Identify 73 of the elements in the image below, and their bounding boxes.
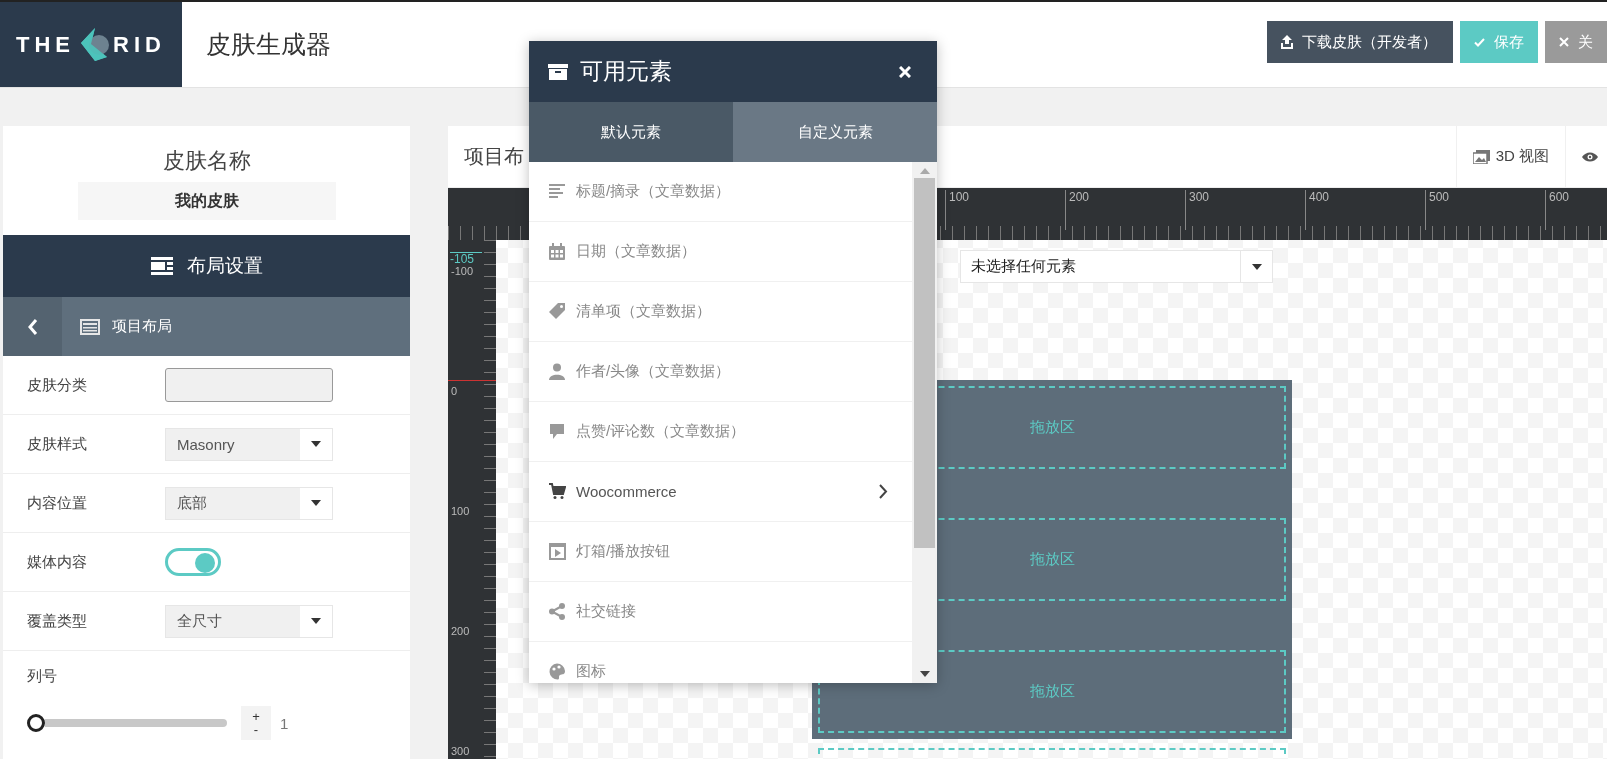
panel-title: 项目布 bbox=[464, 144, 524, 169]
back-button[interactable] bbox=[3, 297, 62, 356]
close-icon bbox=[1559, 37, 1569, 47]
field-label: 媒体内容 bbox=[27, 552, 88, 572]
logo-text: THE bbox=[16, 31, 76, 58]
slider-value: 1 bbox=[280, 714, 289, 732]
ruler-label: 100 bbox=[945, 190, 970, 230]
eye-icon bbox=[1582, 151, 1598, 162]
archive-icon bbox=[548, 63, 568, 80]
element-list-item[interactable]: 清单项（文章数据） bbox=[529, 282, 912, 342]
select-dropdown[interactable]: 底部 bbox=[165, 486, 333, 520]
caret-down-icon bbox=[311, 500, 321, 506]
layout-icon bbox=[150, 257, 173, 275]
element-list-item[interactable]: 灯箱/播放按钮 bbox=[529, 522, 912, 582]
lines-icon bbox=[549, 183, 566, 200]
images-icon bbox=[1472, 149, 1490, 164]
element-list-item[interactable]: 点赞/评论数（文章数据） bbox=[529, 402, 912, 462]
palette-icon bbox=[549, 663, 566, 680]
scrollbar-thumb[interactable] bbox=[914, 178, 935, 548]
ruler-label: 100 bbox=[451, 506, 470, 517]
select-dropdown[interactable]: 全尺寸 bbox=[165, 604, 333, 638]
popup-title: 可用元素 bbox=[580, 57, 672, 86]
field-label: 皮肤样式 bbox=[27, 434, 88, 454]
skin-name-label: 皮肤名称 bbox=[161, 147, 252, 175]
ruler-label: 200 bbox=[451, 626, 470, 637]
calendar-icon bbox=[549, 243, 566, 260]
cart-icon bbox=[549, 483, 566, 500]
ruler-label: 0 bbox=[451, 386, 458, 397]
close-button[interactable]: 关 bbox=[1545, 21, 1607, 63]
ruler-label: 500 bbox=[1425, 190, 1450, 230]
text-field[interactable] bbox=[165, 368, 333, 402]
ruler-label: 200 bbox=[1065, 190, 1090, 230]
ruler-label: -100 bbox=[451, 266, 474, 277]
subsection-title: 项目布局 bbox=[112, 317, 172, 336]
field-label: 皮肤分类 bbox=[27, 375, 88, 395]
speech-bubble-icon bbox=[549, 423, 566, 440]
field-label: 列号 bbox=[27, 667, 58, 686]
share-icon bbox=[549, 603, 566, 620]
toggle-switch[interactable] bbox=[165, 548, 221, 576]
caret-down-icon bbox=[1251, 263, 1262, 270]
field-label: 内容位置 bbox=[27, 493, 88, 513]
person-icon bbox=[549, 363, 566, 380]
chevron-left-icon bbox=[27, 318, 38, 335]
ruler-label: 400 bbox=[1305, 190, 1330, 230]
caret-down-icon bbox=[311, 618, 321, 624]
logo-text: RID bbox=[113, 31, 166, 58]
tag-icon bbox=[549, 303, 566, 320]
chevron-right-icon bbox=[879, 484, 888, 499]
ruler-label: 600 bbox=[1545, 190, 1570, 230]
element-list-item[interactable]: Woocommerce bbox=[529, 462, 912, 522]
check-icon bbox=[1474, 37, 1485, 47]
skin-name-field[interactable]: 我的皮肤 bbox=[77, 182, 336, 220]
upload-icon bbox=[1281, 35, 1293, 49]
close-icon bbox=[899, 65, 911, 78]
field-label: 覆盖类型 bbox=[27, 611, 88, 631]
scroll-up-icon bbox=[919, 168, 930, 174]
section-title: 布局设置 bbox=[186, 254, 263, 278]
element-select[interactable]: 未选择任何元素 bbox=[960, 250, 1273, 283]
ruler-label: 300 bbox=[1185, 190, 1210, 230]
grid-icon bbox=[80, 318, 100, 335]
scrollbar[interactable] bbox=[912, 162, 937, 683]
slider-thumb[interactable] bbox=[27, 714, 45, 732]
tab[interactable]: 默认元素 bbox=[529, 102, 733, 162]
download-button[interactable]: 下载皮肤（开发者） bbox=[1267, 21, 1453, 63]
select-dropdown[interactable]: Masonry bbox=[165, 427, 333, 461]
scroll-down-icon bbox=[919, 671, 930, 677]
ruler-label: 300 bbox=[451, 746, 470, 757]
number-stepper[interactable]: + - bbox=[241, 706, 271, 740]
app-title: 皮肤生成器 bbox=[206, 29, 331, 60]
element-list-item[interactable]: 日期（文章数据） bbox=[529, 222, 912, 282]
tab[interactable]: 自定义元素 bbox=[733, 102, 937, 162]
film-play-icon bbox=[549, 543, 566, 560]
caret-down-icon bbox=[311, 441, 321, 447]
